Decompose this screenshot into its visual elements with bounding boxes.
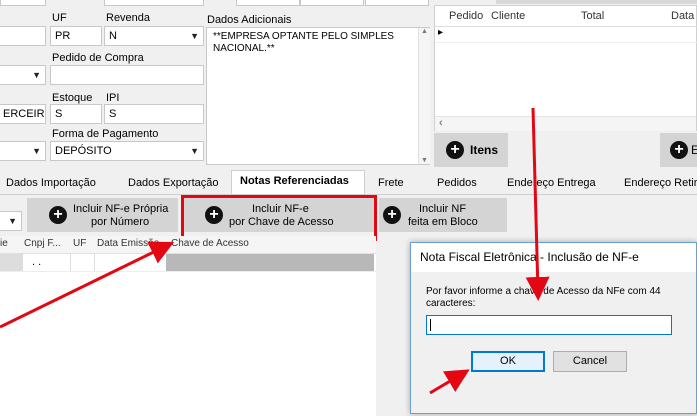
arrow-to-ok <box>429 369 470 395</box>
annotation-arrows <box>0 107 550 395</box>
arrow-to-button <box>0 241 175 329</box>
arrow-to-input <box>525 107 550 301</box>
